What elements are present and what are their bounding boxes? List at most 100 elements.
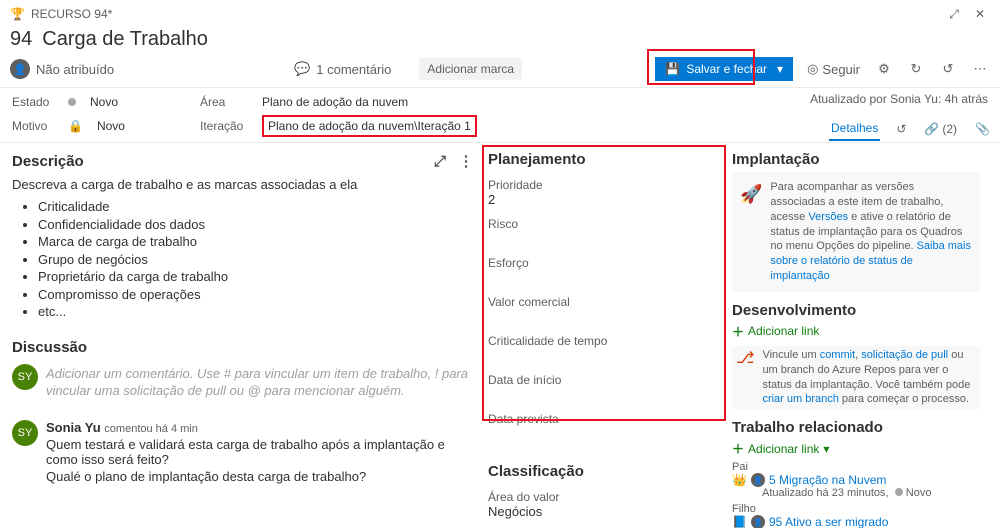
chevron-down-icon: ▾ [777, 62, 783, 76]
area-label: Área [200, 95, 248, 109]
tab-attachments[interactable]: 📎 [973, 118, 992, 140]
effort-value[interactable] [488, 270, 720, 285]
area-value[interactable]: Plano de adoção da nuvem [262, 95, 408, 109]
history-icon: ↺ [896, 122, 906, 136]
expand-icon[interactable]: ⤢ [430, 151, 450, 171]
assignee-label: Não atribuído [36, 62, 114, 77]
child-label: Filho [732, 503, 980, 515]
comment-icon: 💬 [294, 61, 310, 77]
valuearea-label: Área do valor [488, 490, 720, 504]
iteration-value[interactable]: Plano de adoção da nuvem\Iteração 1 [268, 119, 471, 133]
state-dot-icon [895, 488, 903, 496]
git-branch-icon: ⎇ [736, 348, 754, 407]
effort-label: Esforço [488, 256, 720, 270]
avatar: SY [12, 420, 38, 446]
startdate-value[interactable] [488, 387, 720, 402]
comment-text: Quem testará e validará esta carga de tr… [46, 437, 476, 467]
child-link[interactable]: 95 Ativo a ser migrado [769, 515, 888, 528]
timecrit-value[interactable] [488, 348, 720, 363]
priority-label: Prioridade [488, 178, 720, 192]
trophy-icon: 🏆 [10, 7, 25, 21]
tab-history[interactable]: ↺ [894, 118, 908, 140]
work-item-id: 94 [10, 28, 32, 51]
development-heading: Desenvolvimento [732, 302, 980, 319]
list-item: Grupo de negócios [38, 251, 476, 269]
plus-icon: ＋ [732, 440, 744, 457]
list-item: Compromisso de operações [38, 286, 476, 304]
maximize-icon[interactable]: ⤢ [944, 4, 964, 24]
tab-details[interactable]: Detalhes [829, 117, 880, 141]
comment-time: comentou há 4 min [104, 423, 198, 435]
epic-icon: 📘 [732, 515, 747, 528]
description-intro[interactable]: Descreva a carga de trabalho e as marcas… [12, 177, 476, 192]
deployment-heading: Implantação [732, 151, 820, 168]
list-item: Proprietário da carga de trabalho [38, 268, 476, 286]
related-heading: Trabalho relacionado [732, 419, 980, 436]
add-link-button[interactable]: ＋Adicionar link ▾ [732, 440, 980, 457]
startdate-label: Data de início [488, 373, 720, 387]
versions-link[interactable]: Versões [808, 211, 848, 223]
state-value[interactable]: Novo [90, 95, 118, 109]
risk-label: Risco [488, 217, 720, 231]
gear-icon[interactable]: ⚙ [874, 59, 894, 79]
close-icon[interactable]: ✕ [970, 4, 990, 24]
person-icon: 👤 [751, 515, 765, 528]
work-item-title[interactable]: Carga de Trabalho [42, 28, 990, 51]
more-vert-icon[interactable]: ⋮ [456, 151, 476, 171]
save-icon: 💾 [665, 62, 680, 76]
avatar: SY [12, 364, 38, 390]
list-item: etc... [38, 303, 476, 321]
discussion-heading: Discussão [12, 339, 476, 356]
rocket-icon: 🚀 [740, 182, 762, 284]
assignee-picker[interactable]: 👤 Não atribuído [10, 59, 114, 79]
list-item: Confidencialidade dos dados [38, 216, 476, 234]
planning-heading: Planejamento [488, 151, 720, 168]
valuearea-value[interactable]: Negócios [488, 504, 720, 519]
discussion-input[interactable]: Adicionar um comentário. Use # para vinc… [46, 364, 476, 400]
targetdate-value[interactable] [488, 426, 720, 441]
targetdate-label: Data prevista [488, 412, 720, 426]
crown-icon: 👑 [732, 473, 747, 487]
pr-link[interactable]: solicitação de pull [861, 349, 948, 361]
follow-button[interactable]: ◎ Seguir [807, 61, 860, 77]
link-icon: 🔗 [924, 122, 939, 136]
commit-link[interactable]: commit [820, 349, 855, 361]
reason-label: Motivo [12, 119, 54, 133]
save-and-close-button[interactable]: 💾 Salvar e fechar ▾ [655, 57, 793, 81]
add-tag-button[interactable]: Adicionar marca [419, 58, 522, 80]
classification-heading: Classificação [488, 463, 720, 480]
person-icon: 👤 [751, 473, 765, 487]
state-label: Estado [12, 95, 54, 109]
chevron-down-icon: ▾ [823, 442, 829, 456]
lock-icon: 🔒 [68, 119, 83, 133]
eye-icon: ◎ [807, 61, 818, 77]
description-heading: Descrição [12, 153, 84, 170]
comments-count[interactable]: 💬 1 comentário [294, 61, 391, 77]
person-icon: 👤 [10, 59, 30, 79]
list-item: Marca de carga de trabalho [38, 233, 476, 251]
timecrit-label: Criticalidade de tempo [488, 334, 720, 348]
parent-label: Pai [732, 461, 980, 473]
create-branch-link[interactable]: criar um branch [762, 393, 838, 405]
more-icon[interactable]: ⋯ [970, 59, 990, 79]
tab-links[interactable]: 🔗(2) [922, 118, 959, 140]
bizvalue-label: Valor comercial [488, 295, 720, 309]
revert-icon[interactable]: ↺ [938, 59, 958, 79]
list-item: Criticalidade [38, 198, 476, 216]
reason-value[interactable]: Novo [97, 119, 125, 133]
bizvalue-value[interactable] [488, 309, 720, 324]
plus-icon: ＋ [732, 323, 744, 340]
deployment-info: 🚀 Para acompanhar as versões associadas … [732, 172, 980, 292]
parent-link[interactable]: 5 Migração na Nuvem [769, 473, 886, 487]
risk-value[interactable] [488, 231, 720, 246]
comment-text: Qualé o plano de implantação desta carga… [46, 469, 476, 484]
iteration-label: Iteração [200, 119, 248, 133]
development-info: ⎇ Vincule um commit, solicitação de pull… [732, 346, 980, 409]
crumb-text: RECURSO 94* [31, 7, 112, 21]
refresh-icon[interactable]: ↻ [906, 59, 926, 79]
add-link-button[interactable]: ＋Adicionar link [732, 323, 980, 340]
description-list[interactable]: Criticalidade Confidencialidade dos dado… [38, 198, 476, 321]
priority-value[interactable]: 2 [488, 192, 720, 207]
comment-author: Sonia Yu [46, 420, 101, 435]
attachment-icon: 📎 [975, 122, 990, 136]
